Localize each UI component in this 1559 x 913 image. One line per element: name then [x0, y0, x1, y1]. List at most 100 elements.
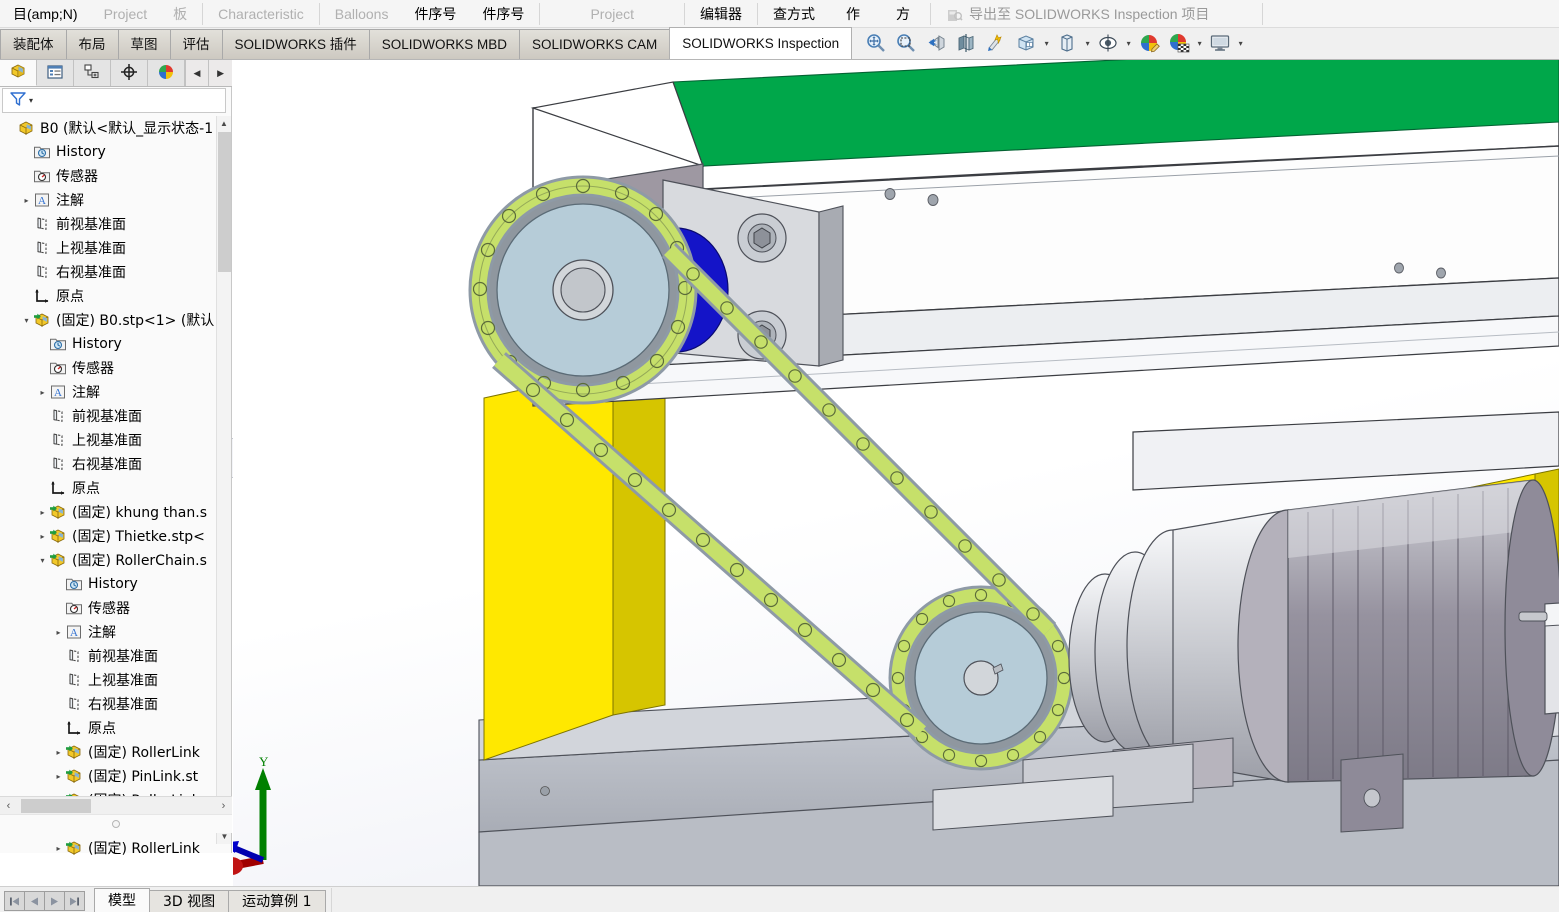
ribbon-tab-inspection[interactable]: SOLIDWORKS Inspection	[669, 27, 852, 59]
feature-tree-item[interactable]: 上视基准面	[0, 668, 232, 692]
feature-tree[interactable]: B0 (默认<默认_显示状态-1History传感器▸A注解前视基准面上视基准面…	[0, 116, 232, 906]
scroll-up-arrow-icon[interactable]: ▲	[217, 116, 231, 131]
display-style-caret[interactable]: ▾	[1082, 29, 1093, 57]
feature-tree-item[interactable]: History	[0, 332, 232, 356]
feature-tree-item[interactable]: 右视基准面	[0, 452, 232, 476]
hscroll-right-arrow-icon[interactable]: ›	[215, 800, 232, 812]
ribbon-tab-sketch[interactable]: 草图	[118, 29, 171, 59]
tree-expand-icon[interactable]: ▸	[36, 524, 49, 548]
feature-tree-hscrollbar[interactable]: ‹ ›	[0, 796, 232, 814]
ribbon-tab-addins[interactable]: SOLIDWORKS 插件	[222, 29, 370, 59]
hscroll-left-arrow-icon[interactable]: ‹	[0, 800, 17, 812]
tree-expand-icon[interactable]: ▸	[20, 188, 33, 212]
feature-tree-item[interactable]: ▾(固定) B0.stp<1> (默认	[0, 308, 232, 332]
tree-collapse-icon[interactable]: ▾	[36, 548, 49, 572]
feature-tree-item[interactable]: 右视基准面	[0, 260, 232, 284]
ribbon-tab-evaluate[interactable]: 评估	[170, 29, 223, 59]
menu-item-4[interactable]: Balloons	[322, 0, 402, 28]
tree-collapse-icon[interactable]: ▾	[20, 308, 33, 332]
graphics-viewport[interactable]: Y X Z	[233, 60, 1559, 886]
zoom-to-area-icon[interactable]	[891, 29, 921, 57]
edit-appearance-icon[interactable]	[1134, 29, 1164, 57]
view-orientation-cube-caret[interactable]: ▾	[1041, 29, 1052, 57]
feature-tree-item[interactable]: History	[0, 140, 232, 164]
feature-tree-item[interactable]: ▸A注解	[0, 380, 232, 404]
filter-caret-icon[interactable]: ▾	[29, 96, 33, 105]
feature-tree-item[interactable]: 前视基准面	[0, 404, 232, 428]
feature-tree-item[interactable]: 传感器	[0, 356, 232, 380]
apply-scene-caret[interactable]: ▾	[1194, 29, 1205, 57]
tree-expand-icon[interactable]: ▸	[36, 500, 49, 524]
menu-item-11[interactable]: 方	[878, 0, 928, 28]
tree-expand-icon[interactable]: ▸	[52, 836, 65, 860]
next-frame-icon[interactable]	[44, 891, 65, 911]
feature-tree-item[interactable]: 原点	[0, 476, 232, 500]
apply-scene-icon[interactable]	[1164, 29, 1194, 57]
ribbon-tab-layout[interactable]: 布局	[66, 29, 119, 59]
feature-tree-item[interactable]: 原点	[0, 284, 232, 308]
view-settings-caret[interactable]: ▾	[1235, 29, 1246, 57]
feature-tree-item[interactable]: B0 (默认<默认_显示状态-1	[0, 116, 232, 140]
first-frame-icon[interactable]	[4, 891, 25, 911]
menu-item-10[interactable]: 作	[828, 0, 878, 28]
menu-item-3[interactable]: Characteristic	[205, 0, 317, 28]
scrollbar-thumb[interactable]	[218, 132, 231, 272]
feature-tree-item[interactable]: History	[0, 572, 232, 596]
tree-expand-icon[interactable]: ▸	[52, 620, 65, 644]
property-manager-tab[interactable]	[37, 60, 74, 86]
feature-tree-item[interactable]: 传感器	[0, 164, 232, 188]
menu-item-2[interactable]: 板	[160, 0, 200, 28]
feature-tree-item[interactable]: 前视基准面	[0, 644, 232, 668]
display-manager-tab[interactable]	[148, 60, 185, 86]
last-frame-icon[interactable]	[64, 891, 85, 911]
export-inspection-command[interactable]: 导出至 SOLIDWORKS Inspection 项目	[933, 0, 1222, 28]
menu-item-1[interactable]: Project	[91, 0, 161, 28]
menu-item-5[interactable]: 件序号	[401, 0, 469, 28]
feature-tree-item[interactable]: ▸(固定) RollerLink	[0, 740, 232, 764]
feature-tree-item[interactable]: ▸(固定) RollerLink	[0, 836, 232, 860]
feature-manager-resize-grip[interactable]	[0, 814, 232, 833]
fm-tab-scroll-right[interactable]: ▶	[208, 60, 232, 86]
previous-view-icon[interactable]	[921, 29, 951, 57]
feature-tree-item[interactable]: ▸(固定) khung than.s	[0, 500, 232, 524]
view-orientation-cube-icon[interactable]	[1011, 29, 1041, 57]
feature-tree-item[interactable]: ▸A注解	[0, 188, 232, 212]
ribbon-tab-mbd[interactable]: SOLIDWORKS MBD	[369, 29, 520, 59]
feature-tree-item[interactable]: 原点	[0, 716, 232, 740]
menu-item-7[interactable]: Project	[542, 0, 682, 28]
tab-model[interactable]: 模型	[94, 888, 150, 912]
tree-expand-icon[interactable]: ▸	[36, 380, 49, 404]
view-orientation-icon[interactable]	[981, 29, 1011, 57]
menu-item-6[interactable]: 件序号	[469, 0, 537, 28]
display-style-icon[interactable]	[1052, 29, 1082, 57]
feature-tree-tab[interactable]	[0, 60, 37, 86]
feature-tree-item[interactable]: ▸A注解	[0, 620, 232, 644]
tab-3d-views[interactable]: 3D 视图	[149, 890, 229, 912]
hide-show-items-caret[interactable]: ▾	[1123, 29, 1134, 57]
ribbon-tab-cam[interactable]: SOLIDWORKS CAM	[519, 29, 670, 59]
feature-tree-item[interactable]: ▸(固定) PinLink.st	[0, 764, 232, 788]
tree-expand-icon[interactable]: ▸	[52, 764, 65, 788]
previous-frame-icon[interactable]	[24, 891, 45, 911]
dimxpert-manager-tab[interactable]	[111, 60, 148, 86]
zoom-to-fit-icon[interactable]	[861, 29, 891, 57]
ribbon-tab-assembly[interactable]: 装配体	[0, 29, 67, 59]
tab-motion-study[interactable]: 运动算例 1	[228, 890, 325, 912]
feature-tree-item[interactable]: 上视基准面	[0, 428, 232, 452]
feature-tree-scrollbar[interactable]: ▲ ▼	[216, 116, 231, 844]
menu-item-8[interactable]: 编辑器	[687, 0, 755, 28]
view-settings-icon[interactable]	[1205, 29, 1235, 57]
feature-tree-filter[interactable]: ▾	[2, 88, 226, 113]
feature-tree-item[interactable]: ▸(固定) Thietke.stp<	[0, 524, 232, 548]
hide-show-items-icon[interactable]	[1093, 29, 1123, 57]
feature-tree-item[interactable]: ▾(固定) RollerChain.s	[0, 548, 232, 572]
feature-tree-item[interactable]: 传感器	[0, 596, 232, 620]
feature-tree-item[interactable]: 上视基准面	[0, 236, 232, 260]
feature-tree-item[interactable]: 前视基准面	[0, 212, 232, 236]
section-view-icon[interactable]	[951, 29, 981, 57]
menu-item-0[interactable]: 目(amp;N)	[0, 0, 91, 28]
tree-expand-icon[interactable]: ▸	[52, 740, 65, 764]
menu-item-9[interactable]: 查方式	[760, 0, 828, 28]
fm-tab-scroll-left[interactable]: ◀	[185, 60, 209, 86]
hscrollbar-thumb[interactable]	[21, 799, 91, 813]
